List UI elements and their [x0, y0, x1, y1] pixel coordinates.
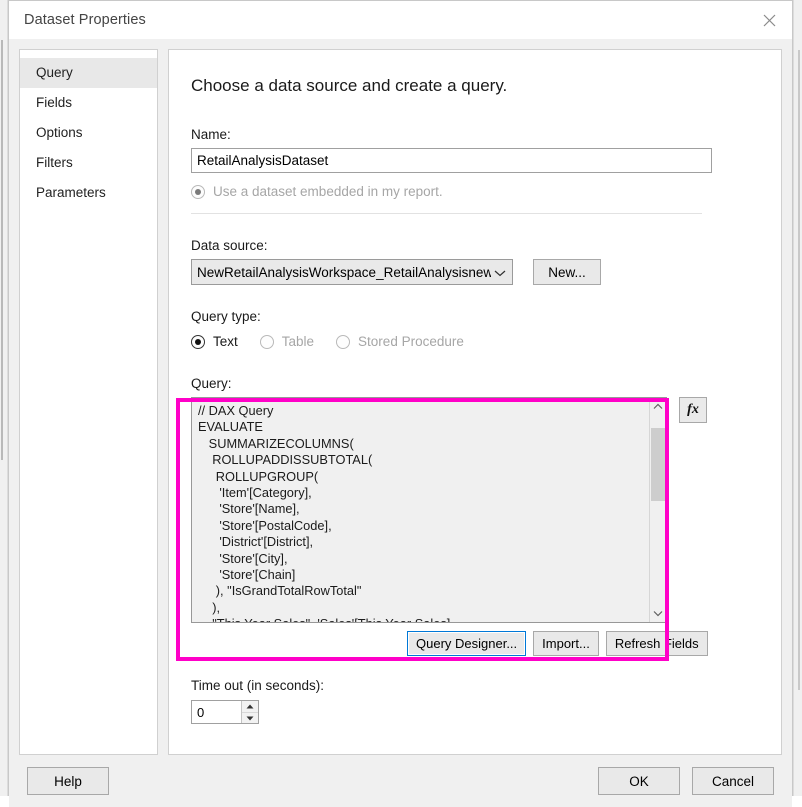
radio-mark-icon: [191, 185, 205, 199]
query-label: Query:: [191, 376, 759, 391]
ok-button[interactable]: OK: [598, 767, 680, 795]
spinner-up-icon[interactable]: [242, 701, 258, 712]
use-embedded-dataset-label: Use a dataset embedded in my report.: [213, 184, 443, 199]
dataset-name-input[interactable]: [191, 148, 712, 173]
radio-mark-icon: [336, 335, 350, 349]
sidebar-item-options[interactable]: Options: [20, 118, 157, 148]
data-source-dropdown[interactable]: NewRetailAnalysisWorkspace_RetailAnalysi…: [191, 259, 513, 285]
query-settings-pane: Choose a data source and create a query.…: [168, 49, 782, 755]
cancel-button[interactable]: Cancel: [692, 767, 774, 795]
dialog-body: Query Fields Options Filters Parameters …: [9, 39, 792, 755]
background-window-left-edge: [0, 0, 8, 796]
expression-fx-button[interactable]: fx: [679, 397, 707, 423]
timeout-stepper-arrows: [241, 701, 258, 723]
data-source-row: NewRetailAnalysisWorkspace_RetailAnalysi…: [191, 259, 759, 285]
timeout-stepper[interactable]: [191, 700, 259, 724]
name-label: Name:: [191, 127, 759, 142]
sidebar-item-fields[interactable]: Fields: [20, 88, 157, 118]
dataset-properties-dialog: Dataset Properties Query Fields Options …: [8, 0, 793, 796]
query-scrollbar[interactable]: [649, 398, 666, 622]
query-type-label: Query type:: [191, 309, 759, 324]
help-button[interactable]: Help: [27, 767, 109, 795]
data-source-label: Data source:: [191, 238, 759, 253]
query-type-option-text[interactable]: Text: [191, 334, 238, 349]
query-section: Query: // DAX Query EVALUATE SUMMARIZECO…: [191, 376, 759, 656]
scrollbar-track[interactable]: [650, 415, 666, 605]
sidebar-item-filters[interactable]: Filters: [20, 148, 157, 178]
sidebar-item-parameters[interactable]: Parameters: [20, 178, 157, 208]
query-type-option-stored-procedure[interactable]: Stored Procedure: [336, 334, 464, 349]
query-text-content[interactable]: // DAX Query EVALUATE SUMMARIZECOLUMNS( …: [192, 398, 649, 622]
timeout-label: Time out (in seconds):: [191, 678, 759, 693]
section-divider: [191, 213, 702, 214]
chevron-down-icon: [494, 265, 508, 280]
radio-mark-icon: [260, 335, 274, 349]
dialog-footer: Help OK Cancel: [9, 755, 792, 807]
new-data-source-button[interactable]: New...: [533, 259, 601, 285]
refresh-fields-button[interactable]: Refresh Fields: [606, 631, 708, 656]
chevron-up-icon[interactable]: [650, 398, 666, 415]
query-action-buttons: Query Designer... Import... Refresh Fiel…: [407, 631, 759, 656]
use-embedded-dataset-radio[interactable]: Use a dataset embedded in my report.: [191, 184, 759, 199]
query-type-option-table[interactable]: Table: [260, 334, 314, 349]
query-designer-button[interactable]: Query Designer...: [407, 631, 526, 656]
background-window-right-edge: [793, 0, 802, 796]
radio-mark-icon: [191, 335, 205, 349]
data-source-value: NewRetailAnalysisWorkspace_RetailAnalysi…: [197, 265, 491, 280]
query-editor-row: // DAX Query EVALUATE SUMMARIZECOLUMNS( …: [191, 397, 759, 623]
timeout-section: Time out (in seconds):: [191, 678, 759, 724]
query-type-radio-group: Text Table Stored Procedure: [191, 334, 759, 349]
close-icon[interactable]: [746, 1, 792, 39]
spinner-down-icon[interactable]: [242, 712, 258, 723]
sidebar-item-query[interactable]: Query: [20, 58, 157, 88]
dialog-sidebar: Query Fields Options Filters Parameters: [19, 49, 158, 755]
timeout-input[interactable]: [192, 701, 241, 723]
query-text-editor[interactable]: // DAX Query EVALUATE SUMMARIZECOLUMNS( …: [191, 397, 667, 623]
pane-heading: Choose a data source and create a query.: [191, 76, 759, 96]
query-type-text-label: Text: [213, 334, 238, 349]
scrollbar-thumb[interactable]: [651, 428, 666, 501]
dialog-title: Dataset Properties: [24, 12, 146, 28]
dialog-titlebar: Dataset Properties: [9, 1, 792, 39]
import-button[interactable]: Import...: [533, 631, 599, 656]
query-type-table-label: Table: [282, 334, 314, 349]
chevron-down-icon[interactable]: [650, 605, 666, 622]
query-type-stored-procedure-label: Stored Procedure: [358, 334, 464, 349]
